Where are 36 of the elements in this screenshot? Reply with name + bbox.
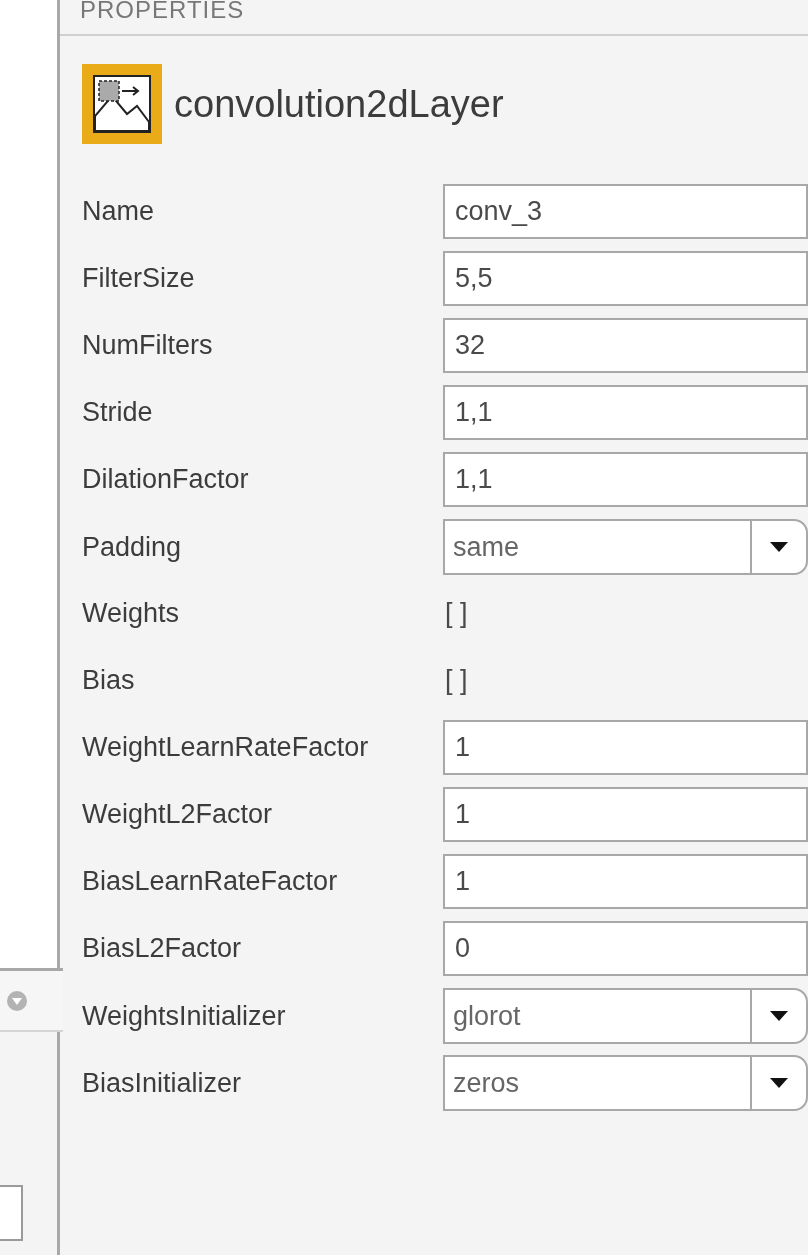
- property-label: Weights: [82, 598, 181, 629]
- property-input[interactable]: 1,1: [443, 385, 808, 440]
- property-label: NumFilters: [82, 330, 214, 361]
- property-label: BiasL2Factor: [82, 933, 243, 964]
- property-input[interactable]: 32: [443, 318, 808, 373]
- property-input[interactable]: 1: [443, 720, 808, 775]
- property-label: WeightL2Factor: [82, 799, 274, 830]
- layer-icon: [82, 64, 162, 144]
- property-input[interactable]: conv_3: [443, 184, 808, 239]
- collapse-icon[interactable]: [6, 989, 28, 1012]
- property-label: Bias: [82, 665, 136, 696]
- property-label: WeightLearnRateFactor: [82, 732, 370, 763]
- property-label: Padding: [82, 531, 183, 563]
- property-value: [ ]: [444, 598, 469, 629]
- property-label: FilterSize: [82, 263, 196, 294]
- property-dropdown[interactable]: same: [443, 519, 808, 575]
- property-dropdown[interactable]: zeros: [443, 1055, 808, 1111]
- property-input[interactable]: 5,5: [443, 251, 808, 306]
- caret-icon: [770, 542, 788, 552]
- property-input[interactable]: 1: [443, 787, 808, 842]
- property-dropdown[interactable]: glorot: [443, 988, 808, 1044]
- property-label: BiasInitializer: [82, 1067, 243, 1099]
- caret-icon: [770, 1011, 788, 1021]
- property-label: BiasLearnRateFactor: [82, 866, 339, 897]
- layer-name: convolution2dLayer: [174, 82, 504, 126]
- property-input[interactable]: 1,1: [443, 452, 808, 507]
- property-input[interactable]: 1: [443, 854, 808, 909]
- property-label: Stride: [82, 397, 154, 428]
- property-label: DilationFactor: [82, 464, 250, 495]
- panel-title: PROPERTIES: [80, 0, 245, 20]
- property-label: WeightsInitializer: [82, 1000, 287, 1032]
- property-value: [ ]: [444, 665, 469, 696]
- caret-icon: [770, 1078, 788, 1088]
- input-field[interactable]: [0, 1185, 23, 1241]
- property-input[interactable]: 0: [443, 921, 808, 976]
- property-label: Name: [82, 196, 156, 227]
